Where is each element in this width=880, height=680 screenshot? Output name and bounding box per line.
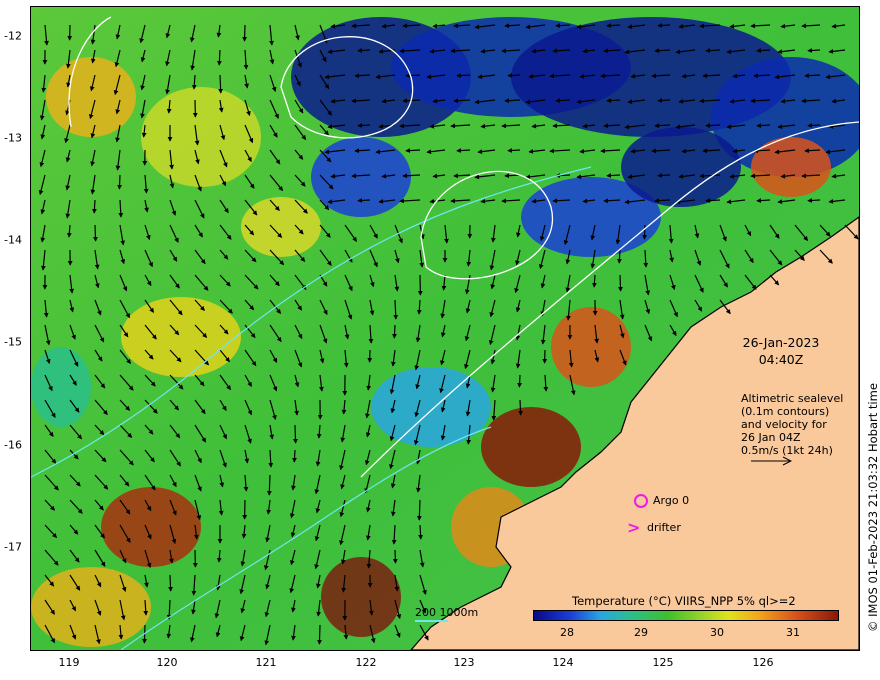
date-block: 26-Jan-2023 04:40Z	[726, 334, 836, 368]
current-arrow	[456, 148, 471, 153]
drifter-label: drifter	[647, 521, 681, 534]
colorbar-tick: 28	[560, 626, 574, 639]
sst-patch	[371, 367, 491, 447]
current-arrow	[507, 148, 521, 153]
x-tick: 122	[355, 656, 377, 669]
current-arrow	[756, 198, 771, 203]
sst-map	[30, 6, 860, 651]
sst-patch	[551, 307, 631, 387]
current-arrow	[456, 73, 471, 78]
current-arrow	[392, 549, 398, 564]
sst-patch	[46, 57, 136, 137]
current-arrow	[357, 123, 371, 128]
sst-patch	[321, 557, 401, 637]
current-arrow	[756, 48, 771, 53]
current-arrow	[117, 174, 122, 190]
altimetry-line: and velocity for	[741, 418, 827, 431]
current-arrow	[405, 73, 421, 78]
y-tick: -14	[4, 233, 22, 247]
current-arrow	[218, 74, 224, 94]
current-arrow	[357, 198, 371, 203]
sst-patch	[481, 407, 581, 487]
x-tick: 121	[255, 656, 277, 669]
current-arrow	[93, 224, 98, 242]
y-tick: -12	[4, 29, 22, 43]
current-arrow	[555, 23, 571, 28]
sst-patch	[101, 487, 201, 567]
x-tick: 123	[453, 656, 475, 669]
current-arrow	[418, 524, 423, 540]
sst-patch	[31, 347, 91, 427]
colorbar	[533, 610, 839, 621]
current-arrow	[642, 224, 647, 240]
current-arrow	[618, 274, 623, 292]
current-arrow	[705, 48, 721, 53]
current-arrow	[705, 198, 721, 203]
current-arrow	[217, 49, 222, 66]
current-arrow	[518, 399, 523, 416]
time-label: 04:40Z	[758, 352, 804, 367]
x-tick: 125	[652, 656, 674, 669]
current-arrow	[807, 123, 821, 128]
current-arrow	[416, 499, 422, 521]
y-tick: -13	[4, 131, 22, 145]
isobath-scale-line	[415, 620, 448, 622]
current-arrow	[657, 173, 671, 178]
current-arrow	[168, 574, 173, 592]
current-arrow	[657, 23, 671, 28]
altimetry-line: 26 Jan 04Z	[741, 431, 801, 444]
credit-text: © IMOS 01-Feb-2023 21:03:32 Hobart time	[866, 383, 880, 632]
sst-patch	[621, 127, 741, 207]
sst-patch	[121, 297, 241, 377]
current-arrow	[293, 424, 298, 444]
current-arrow	[606, 173, 621, 178]
current-arrow	[317, 624, 322, 645]
current-arrow	[92, 199, 97, 214]
current-arrow	[617, 249, 622, 264]
argo-label: Argo 0	[653, 494, 690, 507]
altimetry-line: Altimetric sealevel	[741, 392, 844, 405]
current-arrow	[657, 98, 671, 103]
current-arrow	[606, 23, 621, 28]
colorbar-tick: 29	[634, 626, 648, 639]
y-tick: -17	[4, 540, 22, 554]
y-tick: -16	[4, 438, 22, 452]
drifter-icon: >	[627, 518, 641, 537]
current-arrow	[517, 374, 522, 388]
date-label: 26-Jan-2023	[742, 335, 820, 350]
current-arrow	[357, 48, 371, 53]
x-tick: 119	[58, 656, 80, 669]
colorbar-title: Temperature (°C) VIIRS_NPP 5% ql>=2	[572, 594, 796, 608]
current-arrow	[292, 449, 297, 463]
argo-float-icon	[634, 494, 648, 508]
sst-field	[31, 7, 859, 650]
current-arrow	[705, 123, 721, 128]
sst-patch	[141, 87, 261, 187]
current-arrow	[555, 98, 571, 103]
colorbar-tick: 30	[710, 626, 724, 639]
current-arrow	[392, 324, 397, 339]
x-tick: 120	[156, 656, 178, 669]
current-arrow	[756, 123, 771, 128]
isobath-scale-label: 200 1000m	[415, 606, 479, 619]
current-arrow	[606, 98, 621, 103]
current-arrow	[266, 474, 272, 496]
current-arrow	[242, 24, 248, 42]
current-arrow	[405, 148, 421, 153]
sst-patch	[751, 137, 831, 197]
sst-patch	[311, 137, 411, 217]
current-arrow	[807, 48, 821, 53]
altimetry-note: Altimetric sealevel (0.1m contours) and …	[741, 392, 843, 457]
y-tick: -15	[4, 335, 22, 349]
altimetry-line: (0.1m contours)	[741, 405, 830, 418]
velocity-scale-arrow-icon	[751, 456, 792, 466]
sst-patch	[241, 197, 321, 257]
colorbar-tick: 31	[786, 626, 800, 639]
current-arrow	[507, 73, 521, 78]
x-tick: 124	[552, 656, 574, 669]
current-arrow	[807, 198, 821, 203]
x-tick: 126	[752, 656, 774, 669]
